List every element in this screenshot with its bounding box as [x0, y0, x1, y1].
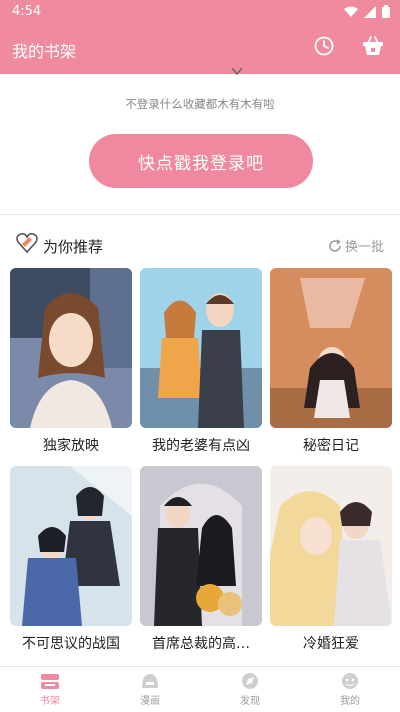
profile-icon: [342, 673, 358, 689]
status-time: 4:54: [12, 4, 42, 19]
bottom-nav: 书架 漫画 发现 我的: [0, 666, 400, 712]
comic-title: 秘密日记: [303, 438, 359, 454]
comic-card[interactable]: 冷婚狂爱: [270, 466, 392, 654]
comic-title: 我的老婆有点凶: [152, 438, 250, 454]
comic-title: 不可思议的战国: [22, 636, 120, 652]
recommend-heart-icon: [16, 233, 38, 254]
page-title: 我的书架: [12, 42, 77, 61]
login-button[interactable]: 快点戳我登录吧: [89, 134, 313, 188]
comic-title: 首席总裁的高…: [152, 636, 250, 652]
bookshelf-icon: [41, 674, 59, 689]
recommend-header: 为你推荐 换一批: [0, 228, 400, 262]
refresh-icon: [329, 238, 341, 252]
comic-card[interactable]: 秘密日记: [270, 268, 392, 456]
comic-cover: [10, 268, 132, 428]
refresh-button[interactable]: 换一批: [328, 236, 384, 255]
comic-icon: [142, 674, 158, 688]
nav-label: 漫画: [140, 696, 160, 707]
nav-label: 书架: [40, 696, 60, 707]
comic-cover: [270, 268, 392, 428]
nav-item-profile[interactable]: 我的: [300, 667, 400, 712]
heart-icon: [231, 68, 243, 76]
comic-card[interactable]: 我的老婆有点凶: [140, 268, 262, 456]
nav-item-comic[interactable]: 漫画: [100, 667, 200, 712]
nav-label: 发现: [240, 696, 260, 707]
basket-icon[interactable]: [362, 36, 384, 56]
discover-icon: [242, 673, 258, 689]
comic-cover: [140, 268, 262, 428]
comic-title: 独家放映: [43, 438, 99, 454]
status-icons: [344, 5, 390, 18]
nav-item-discover[interactable]: 发现: [200, 667, 300, 712]
signal-icon: [364, 5, 376, 18]
comic-grid: 独家放映 我的老婆有点凶 秘密日记 不可思议的战国 首席总裁的高… 冷婚狂爱: [10, 268, 392, 654]
app-actions: [314, 36, 384, 56]
recommend-title: 为你推荐: [43, 238, 104, 256]
divider: [0, 214, 400, 215]
comic-card[interactable]: 首席总裁的高…: [140, 466, 262, 654]
battery-icon: [382, 5, 390, 18]
comic-cover: [140, 466, 262, 626]
history-clock-icon[interactable]: [314, 36, 334, 56]
nav-item-bookshelf[interactable]: 书架: [0, 667, 100, 712]
status-bar: 4:54: [0, 0, 400, 24]
comic-cover: [270, 466, 392, 626]
comic-card[interactable]: 独家放映: [10, 268, 132, 456]
login-hint: 不登录什么收藏都木有木有啦: [125, 97, 275, 111]
comic-title: 冷婚狂爱: [303, 636, 359, 652]
nav-label: 我的: [340, 696, 360, 707]
app-bar: 我的书架: [0, 24, 400, 74]
comic-card[interactable]: 不可思议的战国: [10, 466, 132, 654]
refresh-label: 换一批: [344, 240, 384, 255]
wifi-icon: [344, 6, 358, 17]
comic-cover: [10, 466, 132, 626]
